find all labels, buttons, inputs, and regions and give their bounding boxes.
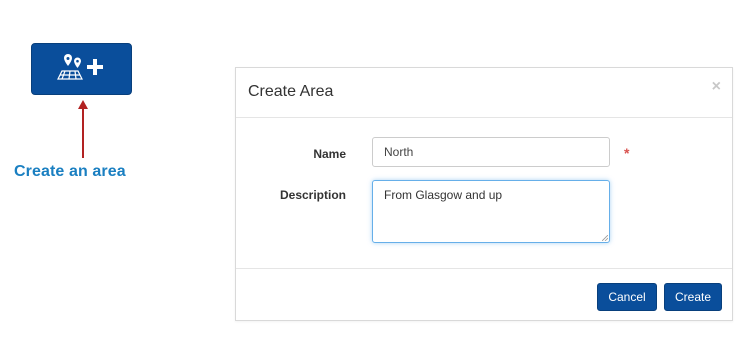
required-indicator: * xyxy=(624,145,630,161)
create-area-icon xyxy=(56,54,103,80)
create-button[interactable]: Create xyxy=(664,283,722,311)
description-textarea[interactable]: From Glasgow and up xyxy=(372,180,610,243)
dialog-footer-divider xyxy=(236,268,732,269)
dialog-title: Create Area xyxy=(248,83,334,100)
name-label: Name xyxy=(313,147,346,161)
name-input[interactable] xyxy=(372,137,610,167)
create-area-button[interactable] xyxy=(31,43,132,95)
close-icon[interactable]: × xyxy=(712,79,721,95)
resize-handle-icon[interactable] xyxy=(602,235,608,241)
cancel-button[interactable]: Cancel xyxy=(597,283,657,311)
page: Create an area Create Area × Name * Desc… xyxy=(0,0,750,347)
create-area-dialog: Create Area × Name * Description From Gl… xyxy=(235,67,733,321)
annotation-label: Create an area xyxy=(14,163,126,180)
dialog-header: Create Area × xyxy=(236,68,732,118)
description-label: Description xyxy=(279,188,346,202)
annotation-arrow xyxy=(78,100,88,158)
